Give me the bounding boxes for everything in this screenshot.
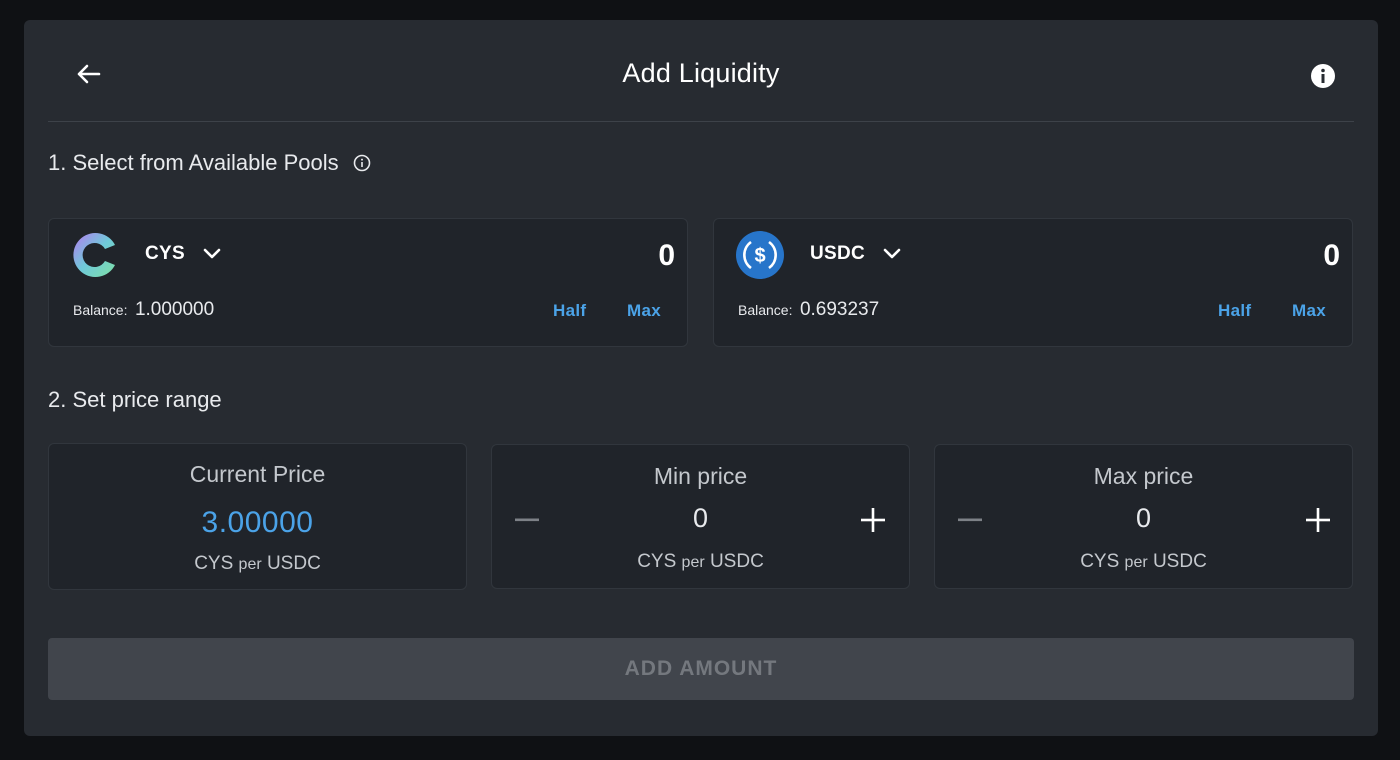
min-price-decrement-button[interactable] [510, 503, 544, 537]
amount-input-cys[interactable] [475, 239, 675, 273]
token-select-cys[interactable]: CYS [145, 243, 221, 265]
max-price-label: Max price [1093, 463, 1194, 489]
unit-quote: USDC [709, 551, 764, 572]
step2-title: 2. Set price range [48, 387, 222, 412]
max-price-decrement-button[interactable] [953, 503, 987, 537]
step2-heading: 2. Set price range [48, 387, 222, 413]
chevron-down-icon [203, 248, 221, 259]
max-price-input[interactable] [1065, 503, 1222, 534]
current-price-unit: CYS per USDC [49, 553, 466, 575]
unit-base: CYS [1080, 551, 1120, 572]
min-price-unit: CYS per USDC [492, 551, 909, 573]
info-outline-icon[interactable] [353, 154, 371, 172]
minus-icon [958, 518, 982, 522]
usdc-logo-icon: $ [736, 231, 784, 279]
unit-per: per [238, 556, 262, 573]
unit-base: CYS [194, 553, 234, 574]
token-select-usdc[interactable]: USDC [810, 243, 901, 265]
balance-label: Balance: [738, 302, 793, 318]
max-price-increment-button[interactable] [1301, 503, 1335, 537]
info-icon [1311, 64, 1335, 88]
balance-value: 0.693237 [799, 299, 880, 320]
min-price-label: Min price [653, 463, 748, 489]
step1-title: 1. Select from Available Pools [48, 150, 339, 175]
token-symbol: USDC [810, 243, 866, 264]
cys-logo-icon [73, 233, 115, 277]
token-card-cys: CYS Balance: 1.000000 Half Max [48, 218, 688, 347]
current-price-value: 3.00000 [201, 506, 314, 539]
unit-quote: USDC [1152, 551, 1207, 572]
token-card-usdc: $ USDC Balance: 0.693237 Half Max [713, 218, 1353, 347]
minus-icon [515, 518, 539, 522]
half-button-cys[interactable]: Half [553, 301, 586, 321]
info-button[interactable] [1310, 63, 1336, 89]
max-price-unit: CYS per USDC [935, 551, 1352, 573]
page-title: Add Liquidity [622, 58, 780, 88]
add-amount-button[interactable]: ADD AMOUNT [48, 638, 1354, 700]
max-button-cys[interactable]: Max [627, 301, 661, 321]
unit-per: per [1124, 554, 1148, 571]
balance-usdc: Balance: 0.693237 [738, 299, 879, 321]
current-price-card: Current Price 3.00000 CYS per USDC [48, 443, 467, 590]
chevron-down-icon [883, 248, 901, 259]
current-price-label: Current Price [189, 461, 326, 487]
plus-icon [1306, 508, 1330, 532]
unit-per: per [681, 554, 705, 571]
unit-base: CYS [637, 551, 677, 572]
add-liquidity-panel: Add Liquidity 1. Select from Available P… [24, 20, 1378, 736]
min-price-increment-button[interactable] [856, 503, 890, 537]
half-button-usdc[interactable]: Half [1218, 301, 1251, 321]
svg-text:$: $ [754, 245, 765, 267]
plus-icon [861, 508, 885, 532]
max-price-card: Max price CYS per USDC [934, 444, 1353, 589]
step1-heading: 1. Select from Available Pools [48, 150, 371, 176]
min-price-card: Min price CYS per USDC [491, 444, 910, 589]
max-button-usdc[interactable]: Max [1292, 301, 1326, 321]
balance-value: 1.000000 [134, 299, 215, 320]
balance-label: Balance: [73, 302, 128, 318]
balance-cys: Balance: 1.000000 [73, 299, 214, 321]
unit-quote: USDC [266, 553, 321, 574]
min-price-input[interactable] [622, 503, 779, 534]
token-symbol: CYS [145, 243, 185, 264]
amount-input-usdc[interactable] [1140, 239, 1340, 273]
